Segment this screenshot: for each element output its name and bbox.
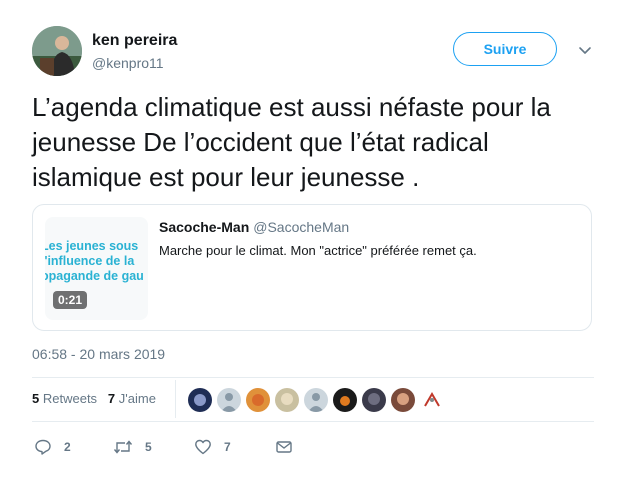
quoted-author[interactable]: Sacoche-Man @SacocheMan xyxy=(159,219,349,235)
quoted-tweet-text: Marche pour le climat. Mon "actrice" pré… xyxy=(159,243,477,258)
reply-button[interactable]: 2 xyxy=(34,438,71,456)
likes-stat[interactable]: 7 J'aime xyxy=(108,391,156,406)
author-name[interactable]: ken pereira xyxy=(92,32,177,50)
retweeter-avatar[interactable] xyxy=(333,388,357,412)
heart-icon xyxy=(195,439,211,455)
like-count: 7 xyxy=(224,440,231,454)
author-handle[interactable]: @kenpro11 xyxy=(92,55,164,71)
retweeter-avatar[interactable] xyxy=(304,388,328,412)
thumbnail-line: Les jeunes sous xyxy=(45,239,139,253)
divider xyxy=(32,377,594,378)
thumbnail-line: opagande de gau xyxy=(45,269,144,283)
envelope-icon xyxy=(276,441,292,453)
retweeter-avatar[interactable] xyxy=(362,388,386,412)
retweet-icon xyxy=(113,440,133,454)
retweeter-avatar[interactable] xyxy=(246,388,270,412)
quoted-author-handle: @SacocheMan xyxy=(253,219,350,235)
author-avatar[interactable] xyxy=(32,26,82,76)
divider xyxy=(175,380,176,418)
retweets-stat[interactable]: 5 Retweets xyxy=(32,391,97,406)
video-duration-badge: 0:21 xyxy=(53,291,88,309)
quoted-tweet[interactable]: Les jeunes sous l'influence de la opagan… xyxy=(32,204,592,331)
reply-icon xyxy=(35,439,51,455)
tweet-timestamp[interactable]: 06:58 - 20 mars 2019 xyxy=(32,346,165,362)
thumbnail-caption: Les jeunes sous l'influence de la opagan… xyxy=(45,239,148,284)
retweeter-avatar[interactable] xyxy=(391,388,415,412)
retweeter-avatar[interactable] xyxy=(217,388,241,412)
reply-count: 2 xyxy=(64,440,71,454)
retweeter-avatar[interactable] xyxy=(275,388,299,412)
tweet-text: L’agenda climatique est aussi néfaste po… xyxy=(32,92,551,192)
retweeter-avatar[interactable] xyxy=(420,388,444,412)
thumbnail-line: l'influence de la xyxy=(45,254,135,268)
divider xyxy=(32,421,594,422)
retweeter-avatar[interactable] xyxy=(188,388,212,412)
quoted-author-name: Sacoche-Man xyxy=(159,219,250,235)
chevron-down-icon[interactable] xyxy=(575,40,595,60)
retweet-count: 5 xyxy=(145,440,152,454)
follow-button[interactable]: Suivre xyxy=(453,32,557,66)
retweet-button[interactable]: 5 xyxy=(113,438,152,456)
video-thumbnail[interactable]: Les jeunes sous l'influence de la opagan… xyxy=(45,217,148,320)
tweet-stats: 5 Retweets 7 J'aime xyxy=(32,391,156,406)
direct-message-button[interactable] xyxy=(275,438,305,456)
like-button[interactable]: 7 xyxy=(194,438,231,456)
